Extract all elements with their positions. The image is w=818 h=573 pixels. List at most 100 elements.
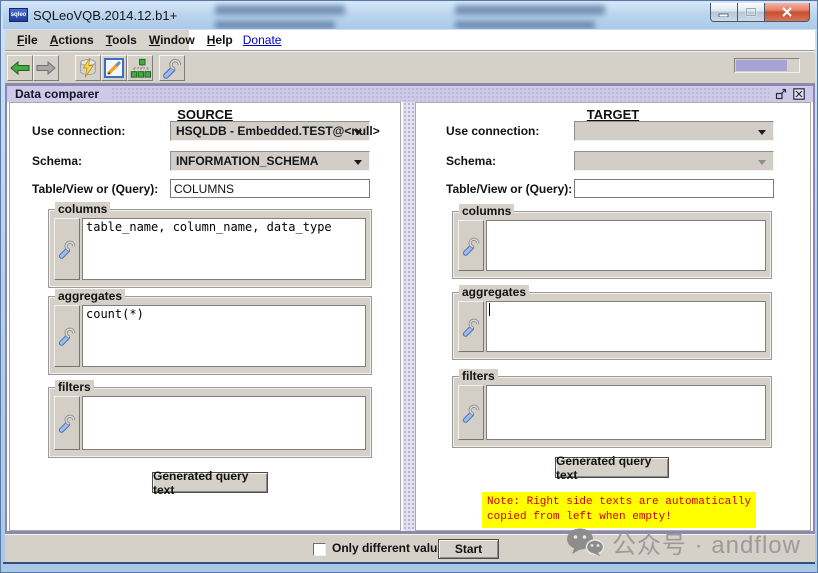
target-columns-wrench-button[interactable] <box>458 220 484 271</box>
source-columns-title: columns <box>55 202 111 216</box>
data-comparer-titlebar[interactable]: Data comparer <box>7 86 813 102</box>
back-button[interactable] <box>7 55 33 81</box>
app-icon: sqleo <box>9 8 28 22</box>
target-schema-label: Schema: <box>446 154 497 168</box>
frame-title: Data comparer <box>15 87 100 101</box>
target-connection-combo[interactable] <box>574 121 774 141</box>
frame-restore-button[interactable] <box>774 88 787 100</box>
source-connection-combo[interactable]: HSQLDB - Embedded.TEST@<null> <box>170 121 380 141</box>
source-header: SOURCE <box>177 107 233 122</box>
source-connection-value: HSQLDB - Embedded.TEST@<null> <box>176 124 380 138</box>
source-columns-group: columns table_name, column_name, data_ty… <box>48 202 372 288</box>
source-columns-textarea[interactable]: table_name, column_name, data_type <box>82 218 366 280</box>
target-columns-textarea[interactable] <box>486 220 766 271</box>
donate-link[interactable]: Donate <box>243 33 282 47</box>
source-filters-wrench-button[interactable] <box>54 396 80 450</box>
target-filters-group: filters <box>452 369 772 448</box>
note-line-2: copied from left when empty! <box>487 511 672 523</box>
target-aggregates-textarea[interactable] <box>486 301 766 352</box>
source-generated-query-button[interactable]: Generated query text <box>152 469 268 497</box>
source-table-input[interactable] <box>170 179 370 198</box>
glass-artifact <box>215 5 345 15</box>
source-filters-title: filters <box>55 380 94 394</box>
diagram-button[interactable] <box>127 55 153 81</box>
app-window: sqleo SQLeoVQB.2014.12.b1+ File Actions … <box>0 0 818 573</box>
glass-artifact <box>455 21 595 29</box>
target-schema-combo <box>574 151 774 171</box>
target-table-label: Table/View or (Query): <box>446 182 573 196</box>
wrench-icon <box>163 58 182 79</box>
close-button[interactable] <box>765 3 810 22</box>
source-filters-textarea[interactable] <box>82 396 366 450</box>
wrench-icon <box>58 414 76 433</box>
forward-button[interactable] <box>33 55 59 81</box>
source-aggregates-title: aggregates <box>55 289 126 303</box>
target-filters-wrench-button[interactable] <box>458 385 484 440</box>
source-schema-combo[interactable]: INFORMATION_SCHEMA <box>170 151 370 171</box>
target-header: TARGET <box>586 107 640 122</box>
close-box-icon <box>792 88 805 100</box>
note-line-1: Note: Right side texts are automatically <box>487 496 752 508</box>
target-aggregates-title: aggregates <box>459 285 530 299</box>
data-comparer-frame: Data comparer SOURCE Use connection: HSQ… <box>5 84 815 533</box>
settings-button[interactable] <box>159 55 185 81</box>
run-query-button[interactable] <box>75 55 101 81</box>
source-panel: SOURCE Use connection: HSQLDB - Embedded… <box>9 102 401 531</box>
source-filters-group: filters <box>48 380 372 458</box>
glass-artifact <box>215 21 335 29</box>
menu-actions[interactable]: Actions <box>44 33 100 47</box>
only-different-values-label: Only different values <box>332 541 451 555</box>
source-schema-value: INFORMATION_SCHEMA <box>176 154 319 168</box>
chevron-down-icon <box>354 160 362 165</box>
menu-help[interactable]: Help <box>201 33 239 47</box>
wrench-icon <box>58 327 76 346</box>
frame-close-button[interactable] <box>792 88 805 100</box>
source-table-label: Table/View or (Query): <box>32 182 159 196</box>
edit-pencil-icon <box>104 58 124 78</box>
chevron-down-icon <box>758 160 766 165</box>
panel-splitter[interactable] <box>403 102 415 531</box>
diagram-tree-icon <box>130 58 151 78</box>
edit-button[interactable] <box>101 55 127 81</box>
target-aggregates-wrench-button[interactable] <box>458 301 484 352</box>
target-connection-label: Use connection: <box>446 124 540 138</box>
menu-tools[interactable]: Tools <box>100 33 143 47</box>
bottom-bar: Only different values Start <box>5 533 815 562</box>
source-columns-wrench-button[interactable] <box>54 218 80 280</box>
source-aggregates-wrench-button[interactable] <box>54 305 80 367</box>
start-button[interactable]: Start <box>438 539 499 559</box>
target-columns-title: columns <box>459 204 515 218</box>
wrench-icon <box>462 318 480 337</box>
target-table-input[interactable] <box>574 179 774 198</box>
target-filters-title: filters <box>459 369 498 383</box>
maximize-button[interactable] <box>738 3 765 22</box>
restore-icon <box>775 88 786 100</box>
source-aggregates-textarea[interactable]: count(*) <box>82 305 366 367</box>
menu-file[interactable]: File <box>11 33 44 47</box>
database-lightning-icon <box>80 57 96 78</box>
progress-bar-fill <box>736 60 787 71</box>
titlebar-hatch <box>111 87 769 101</box>
window-frame-edge <box>3 562 815 564</box>
source-aggregates-group: aggregates count(*) <box>48 289 372 375</box>
title-bar[interactable]: sqleo SQLeoVQB.2014.12.b1+ <box>3 2 817 29</box>
text-caret <box>489 303 490 316</box>
only-different-values-checkbox[interactable] <box>313 543 326 556</box>
minimize-button[interactable] <box>710 3 738 22</box>
chevron-down-icon <box>354 130 362 135</box>
back-arrow-icon <box>10 60 30 76</box>
target-aggregates-group: aggregates <box>452 285 772 360</box>
target-columns-group: columns <box>452 204 772 279</box>
target-generated-query-button[interactable]: Generated query text <box>555 454 669 482</box>
forward-arrow-icon <box>36 60 56 76</box>
chevron-down-icon <box>758 130 766 135</box>
source-schema-label: Schema: <box>32 154 83 168</box>
target-panel: TARGET Use connection: Schema: Table/Vie… <box>415 102 811 531</box>
data-comparer-content: SOURCE Use connection: HSQLDB - Embedded… <box>7 102 813 531</box>
toolbar <box>5 51 815 84</box>
menu-window[interactable]: Window <box>143 33 201 47</box>
glass-artifact <box>455 5 605 15</box>
target-filters-textarea[interactable] <box>486 385 766 440</box>
source-connection-label: Use connection: <box>32 124 126 138</box>
window-title: SQLeoVQB.2014.12.b1+ <box>33 8 178 23</box>
